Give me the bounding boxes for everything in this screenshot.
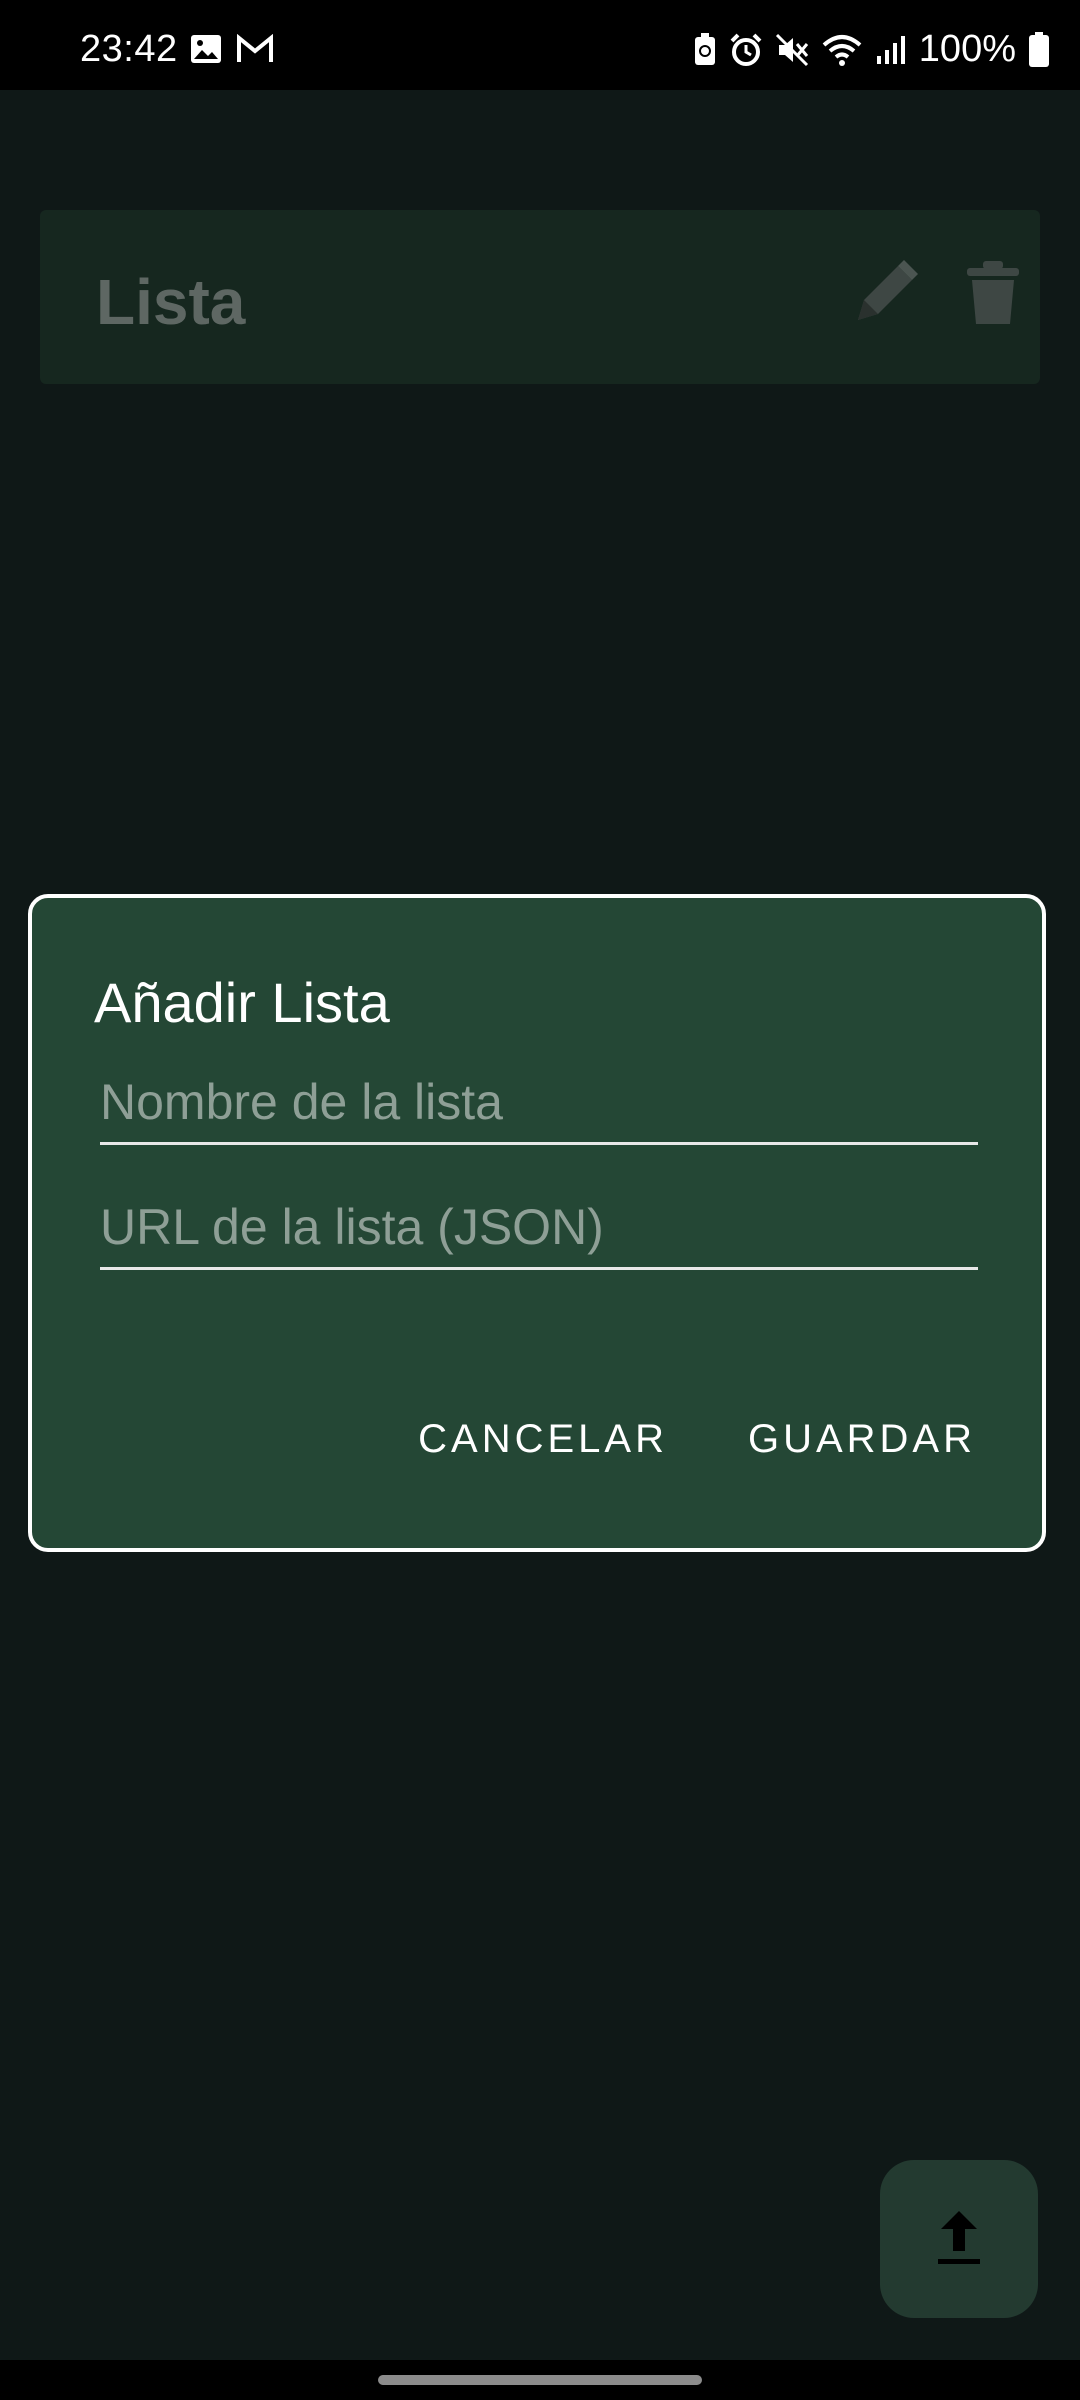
status-time: 23:42 — [80, 28, 178, 70]
status-right: 100% — [693, 28, 1050, 71]
signal-icon — [875, 34, 907, 66]
list-url-field — [100, 1187, 978, 1270]
home-gesture-handle[interactable] — [378, 2375, 702, 2385]
list-card[interactable]: Lista — [40, 210, 1040, 384]
list-card-title: Lista — [96, 266, 246, 338]
mute-icon — [775, 33, 809, 67]
pencil-icon[interactable] — [850, 256, 922, 333]
image-icon — [190, 34, 222, 69]
battery-percentage: 100% — [918, 28, 1016, 70]
dialog-actions: CANCELAR GUARDAR — [418, 1417, 976, 1462]
status-left-icons — [190, 33, 274, 69]
trash-icon[interactable] — [965, 260, 1021, 331]
navigation-bar — [0, 2360, 1080, 2400]
alarm-icon — [729, 33, 763, 67]
gmail-icon — [236, 33, 274, 69]
dialog-title: Añadir Lista — [94, 971, 390, 1034]
status-bar: 23:42 100% — [0, 0, 1080, 90]
upload-fab-button[interactable] — [880, 2160, 1038, 2318]
wifi-icon — [821, 33, 863, 67]
save-button[interactable]: GUARDAR — [748, 1417, 976, 1462]
battery-icon — [1028, 31, 1050, 68]
list-name-field — [100, 1062, 978, 1145]
upload-icon — [934, 2207, 984, 2272]
battery-saver-icon — [693, 32, 717, 67]
list-url-input[interactable] — [100, 1187, 978, 1267]
list-name-input[interactable] — [100, 1062, 978, 1142]
cancel-button[interactable]: CANCELAR — [418, 1417, 668, 1462]
